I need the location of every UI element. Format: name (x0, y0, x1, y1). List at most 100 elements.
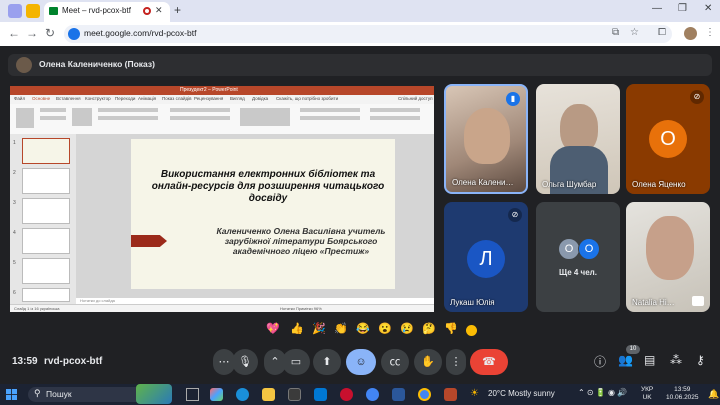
raise-hand-button[interactable]: ✋ (414, 349, 442, 375)
slide-editor: Використання електронних бібліотек та он… (76, 134, 434, 304)
meeting-code: rvd-pcox-btf (44, 356, 103, 367)
search-highlight-image (136, 384, 172, 404)
captions-button[interactable]: ㏄ (381, 349, 409, 375)
slide-thumbnail-1[interactable] (22, 138, 70, 164)
edge-icon[interactable] (236, 388, 249, 401)
minimize-button[interactable]: — (652, 3, 662, 14)
reactions-button[interactable]: ☺ (346, 349, 376, 375)
slide-number: 3 (13, 200, 16, 206)
reactions-bar: 💖 👍 🎉 👏 😂 😮 😢 🤔 👎 (262, 322, 482, 338)
reaction-party[interactable]: 🎉 (312, 322, 326, 336)
profile-avatar[interactable] (684, 27, 697, 40)
reaction-sad[interactable]: 😢 (400, 322, 414, 336)
paragraph-row (170, 108, 230, 112)
mail-icon[interactable] (314, 388, 327, 401)
back-arrow-icon[interactable]: ← (8, 26, 20, 40)
participant-tile[interactable]: Natalia Hi… (626, 202, 710, 312)
participant-name: Олена Яценко (632, 180, 686, 189)
ppt-tab: Вставлення (56, 96, 81, 101)
reaction-clap[interactable]: 👏 (334, 322, 348, 336)
participant-face (464, 108, 510, 164)
slide-heading: Використання електронних бібліотек та он… (151, 169, 385, 204)
meeting-info-icon[interactable]: ⓘ (594, 353, 606, 370)
ppt-tab: Анімація (138, 96, 157, 101)
reaction-surprised[interactable]: 😮 (378, 322, 392, 336)
powerpoint-icon[interactable] (444, 388, 457, 401)
task-view-icon[interactable] (186, 388, 199, 401)
browser-tab-meet[interactable]: Meet – rvd-pcox-btf ✕ (44, 2, 170, 22)
notes-placeholder: Нотатки до слайда (80, 298, 115, 303)
ppt-tab: Переходи (115, 96, 136, 101)
reaction-laugh[interactable]: 😂 (356, 322, 370, 336)
ppt-ribbon-tabs: Файл Основне Вставлення Конструктор Пере… (10, 95, 434, 104)
slide-number: 2 (13, 170, 16, 176)
address-bar[interactable]: meet.google.com/rvd-pcox-btf ⧉ ☆ (64, 25, 672, 43)
tab-icon-1[interactable] (8, 4, 22, 18)
tray-clock[interactable]: 13:59 10.06.2025 (666, 386, 699, 402)
present-screen-button[interactable]: ⬆ (313, 349, 341, 375)
more-options-icon[interactable]: ⋮ (446, 349, 466, 375)
reaction-thumbs-down[interactable]: 👎 (444, 322, 458, 336)
ppt-tab: Основне (32, 96, 51, 101)
notifications-icon[interactable]: 🔔 (708, 389, 719, 400)
slide-thumbnail-2[interactable] (22, 168, 70, 194)
participant-avatar: О (649, 120, 687, 158)
shapes-gallery (240, 108, 290, 126)
participant-name: Natalia Hi… (632, 298, 675, 307)
reaction-heart[interactable]: 💖 (266, 322, 280, 336)
activities-icon[interactable]: ⁂ (670, 353, 682, 367)
copilot-icon[interactable] (210, 388, 223, 401)
close-window-button[interactable]: ✕ (704, 3, 712, 14)
participant-tile[interactable]: Л ⊘ Лукаш Юлія (444, 202, 528, 312)
end-call-button[interactable]: ☎ (470, 349, 508, 375)
browser-menu-icon[interactable]: ⋮ (705, 27, 715, 38)
reaction-thinking[interactable]: 🤔 (422, 322, 436, 336)
paste-icon (16, 108, 34, 128)
bookmark-star-icon[interactable]: ☆ (630, 27, 639, 38)
participant-avatar: Л (467, 240, 505, 278)
more-participants-tile[interactable]: О О Ще 4 чел. (536, 202, 620, 312)
chat-icon[interactable]: ▤ (644, 353, 655, 367)
mic-off-icon: ⊘ (508, 208, 522, 222)
reload-icon[interactable]: ↻ (45, 26, 55, 40)
store-icon[interactable] (288, 388, 301, 401)
forward-arrow-icon[interactable]: → (26, 26, 38, 40)
file-explorer-icon[interactable] (262, 388, 275, 401)
chrome-icon[interactable] (366, 388, 379, 401)
slide-thumbnail-4[interactable] (22, 228, 70, 254)
participant-tile[interactable]: Ольга Шумбар (536, 84, 620, 194)
maximize-button[interactable]: ❐ (678, 3, 687, 14)
word-icon[interactable] (392, 388, 405, 401)
extensions-icon[interactable]: ⧠ (658, 27, 666, 38)
taskbar-search[interactable]: ⚲ Пошук (28, 384, 172, 404)
ppt-tab: Конструктор (85, 96, 111, 101)
people-icon[interactable]: 👥 (618, 353, 633, 367)
participant-tile[interactable]: ▮ Олена Калени… (444, 84, 528, 194)
windows-start-icon[interactable] (6, 389, 17, 400)
new-tab-button[interactable]: + (174, 3, 181, 17)
tab-close-icon[interactable]: ✕ (155, 5, 163, 16)
input-language[interactable]: УКР UK (641, 386, 653, 402)
skin-tone-icon[interactable] (466, 325, 477, 336)
slide-thumbnail-5[interactable] (22, 258, 70, 284)
participant-name: Лукаш Юлія (450, 298, 495, 307)
translate-icon[interactable]: ⧉ (612, 27, 619, 38)
taskbar-search-label: Пошук (46, 389, 72, 399)
host-controls-icon[interactable]: ⚷ (696, 353, 705, 367)
slide-thumbnail-6[interactable] (22, 288, 70, 302)
microphone-button[interactable]: 🎙 (232, 349, 258, 375)
slide-thumbnail-3[interactable] (22, 198, 70, 224)
weather-label[interactable]: 20°C Mostly sunny (488, 389, 555, 398)
chrome-active-icon[interactable] (418, 388, 431, 401)
camera-button[interactable]: ▭ (282, 349, 310, 375)
opera-icon[interactable] (340, 388, 353, 401)
reaction-thumbs-up[interactable]: 👍 (290, 322, 304, 336)
tab-icon-2[interactable] (26, 4, 40, 18)
participant-tile[interactable]: О ⊘ Олена Яценко (626, 84, 710, 194)
participant-avatar: О (578, 238, 600, 260)
site-info-icon[interactable] (68, 28, 80, 40)
pin-icon[interactable] (692, 296, 704, 306)
slide-number: 1 (13, 140, 16, 146)
ppt-title-bar: Презудект2 – PowerPoint (10, 86, 434, 95)
system-tray-icons[interactable]: ⌃ ⊙ 🔋 ◉ 🔊 (578, 388, 627, 397)
